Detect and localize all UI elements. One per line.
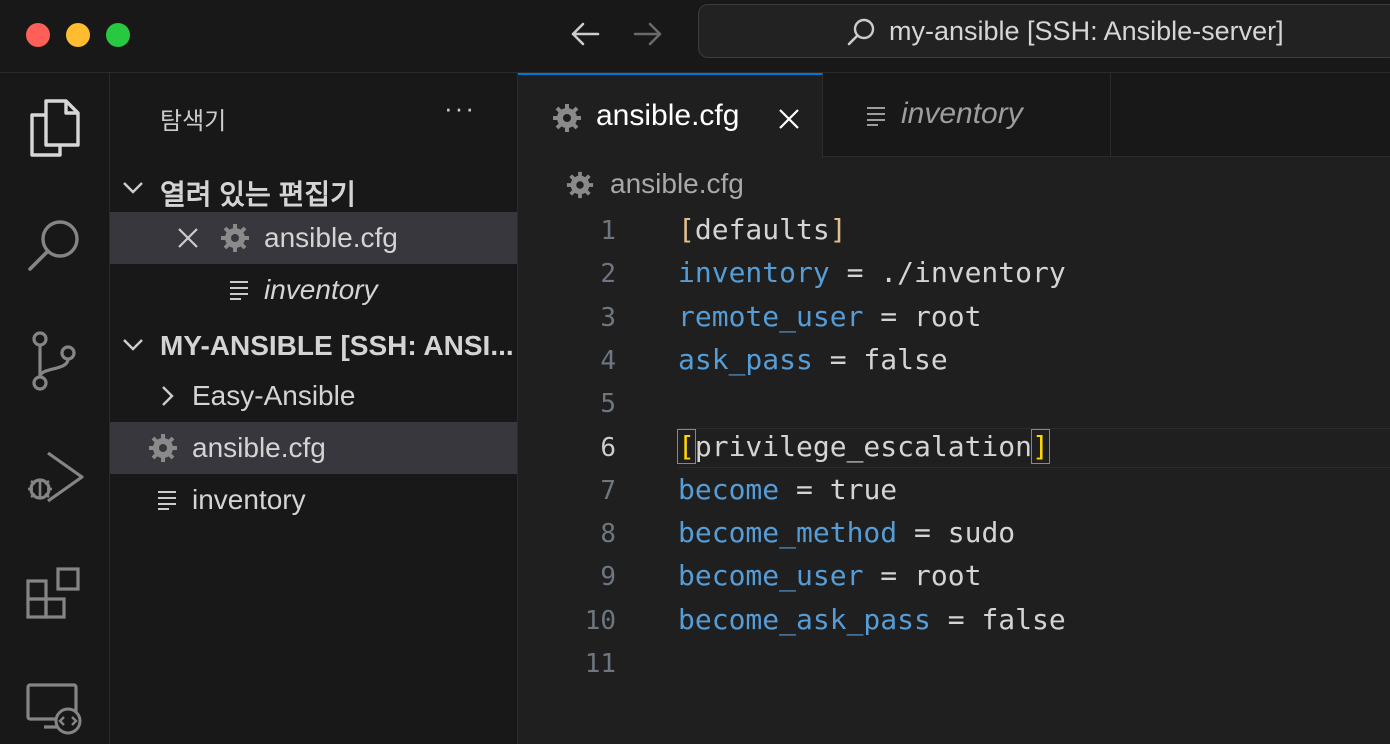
config-key: inventory (678, 256, 830, 290)
lines-icon (867, 107, 885, 126)
code-text: = root (863, 299, 982, 333)
code-line[interactable]: become_user = root (678, 559, 981, 592)
extensions-icon[interactable] (18, 557, 90, 629)
bracket: ] (1031, 428, 1050, 464)
code-text: = true (779, 472, 898, 506)
config-key: become_method (678, 516, 898, 550)
title-bar: my-ansible [SSH: Ansible-server] (0, 0, 1390, 73)
code-line[interactable]: become_method = sudo (678, 516, 1015, 549)
minimize-window-button[interactable] (66, 23, 90, 47)
line-number: 5 (600, 389, 616, 420)
config-key: become_user (678, 559, 864, 593)
code-text: = false (812, 342, 948, 376)
explorer-icon[interactable] (18, 93, 90, 165)
tree-item-label: inventory (192, 484, 306, 515)
open-editor-item-inventory[interactable]: inventory (110, 264, 517, 316)
close-icon[interactable] (777, 107, 801, 131)
lines-icon (158, 491, 176, 510)
line-number: 8 (600, 519, 616, 550)
bracket: [ (678, 213, 695, 246)
line-number: 7 (600, 475, 616, 506)
lines-icon (230, 281, 248, 300)
close-icon[interactable] (176, 226, 200, 250)
chevron-down-icon (123, 182, 143, 194)
folder-label: MY-ANSIBLE [SSH: ANSI... (160, 330, 514, 361)
open-editor-label: inventory (264, 274, 378, 305)
tab-label: ansible.cfg (596, 99, 740, 132)
gear-icon (221, 224, 249, 252)
maximize-window-button[interactable] (106, 23, 130, 47)
forward-arrow-icon[interactable] (628, 14, 668, 54)
tab-ansible-cfg[interactable]: ansible.cfg (518, 73, 823, 158)
activity-bar (0, 73, 110, 744)
gear-icon (566, 171, 594, 199)
source-control-icon[interactable] (18, 325, 90, 397)
code-line[interactable]: ask_pass = false (678, 343, 948, 376)
code-text: = ./inventory (829, 256, 1066, 290)
remote-explorer-icon[interactable] (18, 671, 90, 743)
bracket: ] (829, 213, 847, 246)
open-editors-section[interactable]: 열려 있는 편집기 (110, 161, 517, 213)
code-line[interactable]: become_ask_pass = false (678, 603, 1066, 636)
config-key: become_ask_pass (678, 602, 931, 636)
breadcrumb[interactable]: ansible.cfg (610, 168, 744, 200)
tree-item-inventory[interactable]: inventory (110, 474, 517, 526)
code-text: privilege_escalation (694, 429, 1033, 463)
code-line[interactable]: [defaults] (678, 213, 847, 246)
config-key: remote_user (678, 299, 864, 333)
back-arrow-icon[interactable] (565, 14, 605, 54)
code-text: defaults (694, 213, 830, 246)
sidebar-title: 탐색기 (160, 108, 227, 135)
code-line[interactable]: become = true (678, 473, 897, 506)
line-number: 10 (584, 605, 616, 636)
search-icon[interactable] (18, 209, 90, 281)
more-actions-icon[interactable]: ··· (444, 93, 476, 124)
close-window-button[interactable] (26, 23, 50, 47)
run-debug-icon[interactable] (18, 441, 90, 513)
line-number: 1 (600, 216, 616, 246)
config-key: ask_pass (678, 342, 813, 376)
tab-strip: ansible.cfg inventory (518, 73, 1390, 158)
tab-inventory[interactable]: inventory (823, 73, 1111, 157)
folder-section[interactable]: MY-ANSIBLE [SSH: ANSI... (110, 318, 517, 370)
bracket: [ (677, 428, 696, 464)
config-key: become (678, 472, 780, 506)
line-number: 3 (600, 302, 616, 333)
chevron-down-icon (123, 339, 143, 351)
tree-item-label: ansible.cfg (192, 432, 326, 463)
line-number: 2 (600, 259, 616, 290)
code-line[interactable]: [privilege_escalation] (677, 428, 1050, 464)
code-text: = root (863, 559, 982, 593)
chevron-right-icon (162, 386, 174, 406)
open-editors-label: 열려 있는 편집기 (160, 179, 356, 210)
tab-label: inventory (901, 97, 1023, 130)
command-center-search[interactable]: my-ansible [SSH: Ansible-server] (698, 4, 1390, 58)
code-line[interactable]: inventory = ./inventory (678, 256, 1066, 289)
tree-item-label: Easy-Ansible (192, 380, 356, 411)
open-editor-label: ansible.cfg (264, 222, 398, 253)
code-text: = sudo (897, 516, 1016, 550)
explorer-sidebar: 탐색기 ··· 열려 있는 편집기 ansible.cfg inventory … (110, 73, 518, 744)
code-text: = false (930, 602, 1066, 636)
gear-icon (149, 434, 177, 462)
line-number: 9 (600, 562, 616, 593)
search-icon (845, 17, 877, 54)
gear-icon (553, 104, 581, 132)
code-line[interactable]: remote_user = root (678, 300, 981, 333)
line-number: 6 (600, 432, 616, 463)
tree-item-easy-ansible[interactable]: Easy-Ansible (110, 370, 517, 422)
line-number: 4 (600, 345, 616, 376)
line-number: 11 (584, 649, 616, 679)
open-editor-item-ansible-cfg[interactable]: ansible.cfg (110, 212, 517, 264)
editor-area: ansible.cfg inventory ansible.cfg 1 [defa… (518, 73, 1390, 744)
window-title: my-ansible [SSH: Ansible-server] (889, 16, 1284, 46)
tree-item-ansible-cfg[interactable]: ansible.cfg (110, 422, 517, 474)
